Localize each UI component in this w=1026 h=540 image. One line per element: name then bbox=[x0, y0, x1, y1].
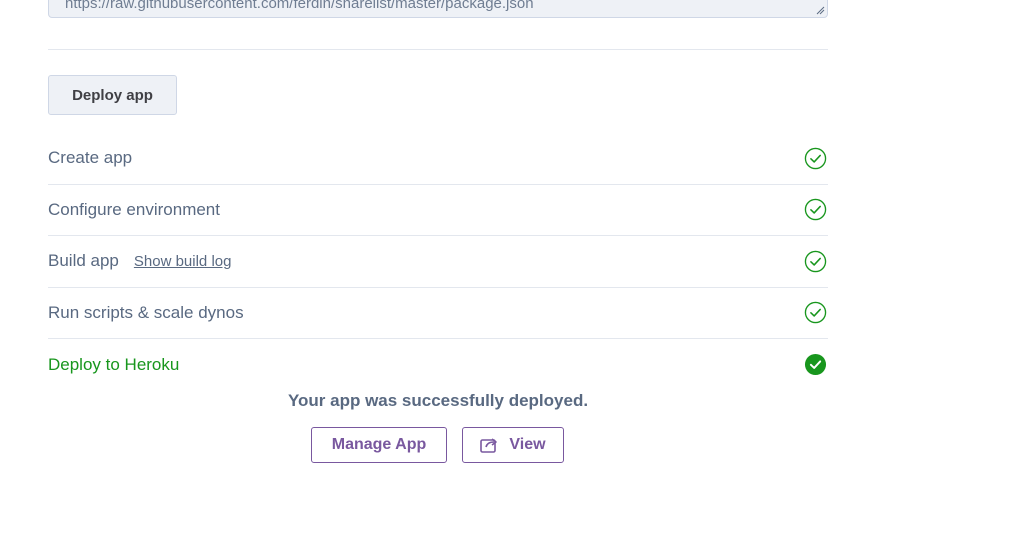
step-label: Run scripts & scale dynos bbox=[48, 302, 244, 322]
check-circle-icon bbox=[804, 302, 827, 324]
step-create-app: Create app bbox=[48, 133, 828, 185]
step-build-app-left: Build app Show build log bbox=[48, 251, 231, 271]
step-build-app: Build app Show build log bbox=[48, 236, 828, 288]
step-label: Build app bbox=[48, 251, 119, 271]
step-run-scripts: Run scripts & scale dynos bbox=[48, 288, 828, 339]
check-circle-icon bbox=[804, 199, 827, 221]
step-label: Create app bbox=[48, 148, 133, 168]
step-deploy-to-heroku: Deploy to Heroku bbox=[48, 339, 828, 391]
deploy-success-message: Your app was successfully deployed. bbox=[287, 391, 589, 410]
deploy-steps-list: Create app Configure environment Build a… bbox=[48, 133, 828, 391]
manifest-url-textarea[interactable]: https://raw.githubusercontent.com/ferdin… bbox=[48, 0, 828, 18]
step-configure-environment: Configure environment bbox=[48, 185, 828, 236]
manifest-url-text: https://raw.githubusercontent.com/ferdin… bbox=[65, 0, 534, 12]
check-circle-filled-icon bbox=[804, 354, 827, 376]
view-button-label: View bbox=[509, 436, 546, 453]
section-divider bbox=[48, 49, 828, 50]
post-deploy-actions: Manage App View bbox=[311, 427, 564, 463]
show-build-log-link[interactable]: Show build log bbox=[134, 253, 232, 270]
manage-app-button[interactable]: Manage App bbox=[311, 427, 447, 463]
check-circle-icon bbox=[804, 250, 827, 272]
view-app-button[interactable]: View bbox=[462, 427, 564, 463]
deploy-app-button[interactable]: Deploy app bbox=[48, 75, 177, 115]
step-label: Configure environment bbox=[48, 199, 220, 219]
external-link-icon bbox=[480, 438, 498, 453]
step-label: Deploy to Heroku bbox=[48, 354, 180, 374]
check-circle-icon bbox=[804, 147, 827, 169]
resize-grip-icon[interactable] bbox=[815, 5, 825, 15]
